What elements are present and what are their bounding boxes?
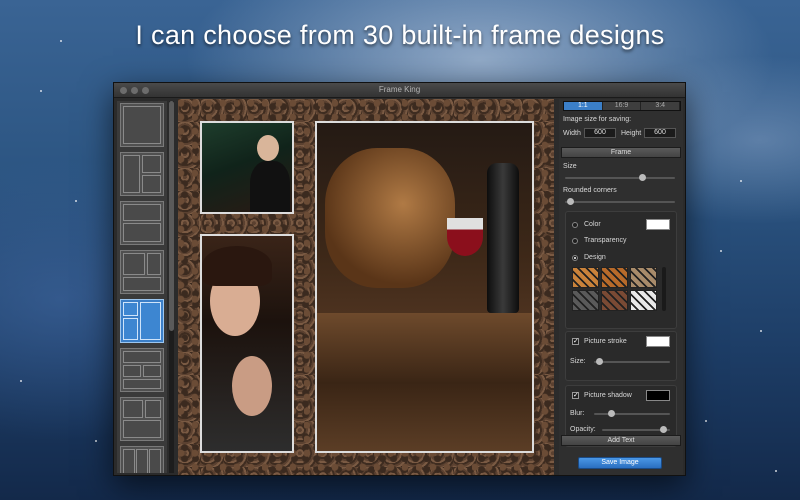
portrait-hair (202, 246, 272, 286)
shadow-color-swatch[interactable] (646, 390, 670, 401)
layout-cell (147, 253, 161, 275)
height-label: Height (621, 130, 642, 137)
layout-scrollbar[interactable] (169, 101, 174, 473)
opacity-label: Opacity: (570, 426, 596, 433)
texture-tile[interactable] (630, 267, 657, 288)
layout-cell (143, 365, 161, 377)
frame-canvas[interactable] (178, 99, 554, 475)
photo-slot-2[interactable] (200, 234, 294, 453)
size-slider-knob[interactable] (639, 174, 646, 181)
blur-slider[interactable] (594, 410, 670, 417)
layout-thumb-4[interactable] (120, 250, 164, 294)
layout-cell (145, 400, 161, 418)
aspect-tab-16-9[interactable]: 16:9 (602, 102, 642, 110)
app-window: Frame King 1:1 16:9 3:4 Image size for s… (113, 82, 686, 476)
settings-panel: 1:1 16:9 3:4 Image size for saving: Widt… (559, 99, 683, 475)
layout-thumb-6[interactable] (120, 348, 164, 392)
frame-section-button[interactable]: Frame (561, 147, 681, 158)
blur-slider-knob[interactable] (608, 410, 615, 417)
layout-cell (140, 302, 161, 340)
stroke-color-swatch[interactable] (646, 336, 670, 347)
picture-shadow-label: Picture shadow (584, 392, 632, 399)
wine-bottle (487, 163, 519, 313)
rounded-corners-label: Rounded corners (563, 187, 617, 194)
width-label: Width (563, 130, 581, 137)
frame-color-swatch[interactable] (646, 219, 670, 230)
window-title: Frame King (378, 85, 421, 94)
picture-stroke-checkbox[interactable]: ✓ (572, 338, 579, 345)
titlebar: Frame King (114, 83, 685, 98)
layout-cell (123, 277, 161, 291)
picture-shadow-checkbox[interactable]: ✓ (572, 392, 579, 399)
headline: I can choose from 30 built-in frame desi… (135, 20, 665, 50)
layout-cell (123, 318, 138, 340)
size-slider[interactable] (565, 174, 675, 181)
layout-cell (123, 155, 140, 193)
stroke-group: ✓ Picture stroke Size: (565, 331, 677, 381)
texture-tile[interactable] (572, 267, 599, 288)
portrait-figure (257, 135, 279, 161)
wine-barrel (325, 148, 455, 288)
transparency-label: Transparency (584, 237, 627, 244)
layout-cell (123, 420, 161, 438)
size-label: Size (563, 163, 577, 170)
color-radio[interactable] (572, 222, 578, 228)
layout-thumb-2[interactable] (120, 152, 164, 196)
design-label: Design (584, 254, 606, 261)
image-size-label: Image size for saving: (563, 116, 632, 123)
photo-slot-3[interactable] (315, 121, 534, 453)
layout-cell (123, 302, 138, 316)
layout-cell (142, 175, 161, 193)
layout-thumb-8[interactable] (120, 446, 164, 473)
texture-tile[interactable] (630, 290, 657, 311)
height-field[interactable]: 600 (644, 128, 676, 138)
picture-stroke-label: Picture stroke (584, 338, 627, 345)
texture-tile[interactable] (601, 267, 628, 288)
layout-cell (123, 365, 141, 377)
layout-thumb-3[interactable] (120, 201, 164, 245)
texture-scrollbar[interactable] (662, 267, 666, 311)
layout-thumb-1[interactable] (120, 103, 164, 147)
photo-slot-1[interactable] (200, 121, 294, 214)
layout-thumb-5-selected[interactable] (120, 299, 164, 343)
layout-cell (123, 449, 135, 473)
rounded-corners-slider[interactable] (565, 198, 675, 205)
portrait-hand (232, 356, 272, 416)
layout-cell (136, 449, 148, 473)
aspect-tab-1-1[interactable]: 1:1 (564, 102, 603, 110)
layout-cell (149, 449, 161, 473)
save-image-button[interactable]: Save Image (578, 457, 662, 469)
design-radio[interactable] (572, 255, 578, 261)
layout-cell (142, 155, 161, 173)
opacity-slider[interactable] (602, 426, 670, 433)
portrait-dress (250, 161, 290, 212)
wooden-table (317, 313, 532, 451)
layout-cell (123, 106, 161, 144)
layout-cell (123, 253, 145, 275)
aspect-ratio-segmented: 1:1 16:9 3:4 (563, 101, 681, 111)
aspect-tab-3-4[interactable]: 3:4 (641, 102, 681, 110)
layout-list (117, 101, 167, 473)
texture-tile[interactable] (572, 290, 599, 311)
width-field[interactable]: 600 (584, 128, 616, 138)
color-label: Color (584, 221, 601, 228)
stroke-size-slider[interactable] (594, 358, 670, 365)
layout-cell (123, 204, 161, 221)
fill-options-group: Color Transparency Design (565, 211, 677, 329)
rounded-corners-slider-knob[interactable] (567, 198, 574, 205)
wine-glass (447, 218, 483, 256)
scrollbar-knob[interactable] (169, 101, 174, 331)
layout-cell (123, 223, 161, 242)
layout-cell (123, 379, 161, 389)
layout-thumb-7[interactable] (120, 397, 164, 441)
stroke-size-label: Size: (570, 358, 586, 365)
add-text-button[interactable]: Add Text (561, 435, 681, 446)
transparency-radio[interactable] (572, 238, 578, 244)
stroke-size-slider-knob[interactable] (596, 358, 603, 365)
layout-cell (123, 351, 161, 363)
blur-label: Blur: (570, 410, 585, 417)
opacity-slider-knob[interactable] (660, 426, 667, 433)
layout-cell (123, 400, 143, 418)
texture-tile[interactable] (601, 290, 628, 311)
